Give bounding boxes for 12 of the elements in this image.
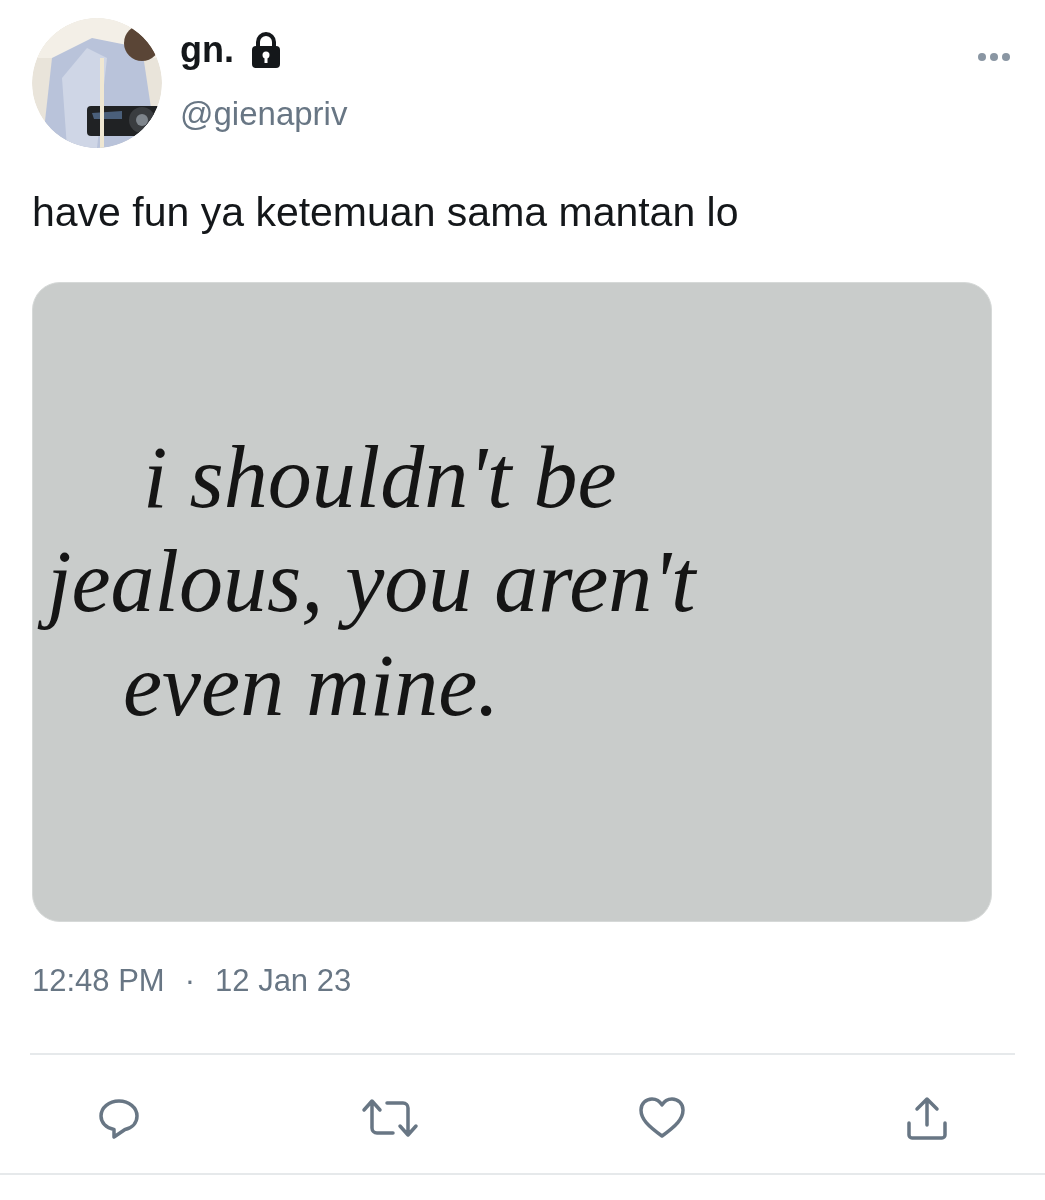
author-name: gn. [180, 28, 234, 72]
quote-line: jealous, you aren't [33, 530, 712, 634]
author-handle: @gienapriv [180, 94, 348, 134]
quote-line: even mine. [122, 636, 501, 736]
heart-icon[interactable] [638, 1095, 686, 1140]
quote-line: i shouldn't be [142, 428, 618, 528]
tweet-text: have fun ya ketemuan sama mantan lo [31, 188, 740, 237]
tweet-date: 12 Jan 23 [215, 962, 352, 1000]
separator-dot: · [184, 962, 196, 1000]
share-icon[interactable] [905, 1094, 949, 1141]
tweet-time: 12:48 PM [32, 962, 165, 1000]
more-icon[interactable] [977, 52, 1011, 62]
